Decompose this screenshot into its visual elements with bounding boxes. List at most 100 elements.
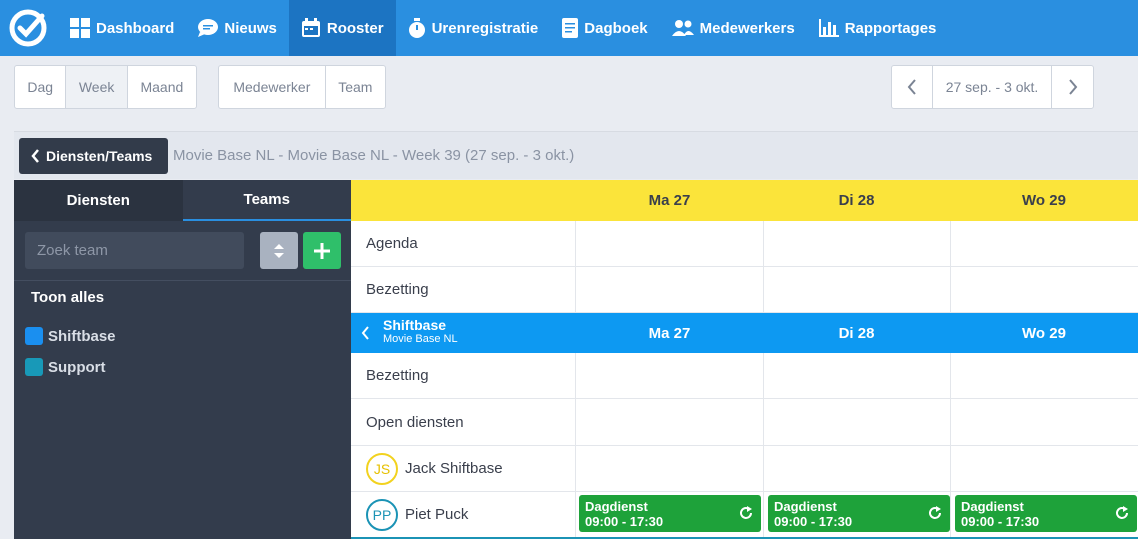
employee-row-piet: PP Piet Puck Dagdienst 09:00 - 17:30 Dag… <box>351 492 1138 539</box>
team-color-swatch <box>25 358 43 376</box>
shift-block-wed[interactable]: Dagdienst 09:00 - 17:30 <box>955 495 1137 532</box>
schedule-row-open-diensten: Open diensten <box>351 399 1138 446</box>
nav-nieuws-label: Nieuws <box>224 19 277 37</box>
chevron-left-icon <box>907 79 916 95</box>
shift-time: 09:00 - 17:30 <box>774 514 853 529</box>
plus-icon <box>314 242 330 259</box>
add-team-button[interactable] <box>303 232 341 269</box>
shift-time: 09:00 - 17:30 <box>961 514 1040 529</box>
chat-icon <box>198 19 219 37</box>
employee-label[interactable]: JS Jack Shiftbase <box>366 446 503 491</box>
view-switcher: Medewerker Team <box>218 65 386 109</box>
row-label: Open diensten <box>366 413 464 431</box>
employee-label[interactable]: PP Piet Puck <box>366 492 468 537</box>
sort-button[interactable] <box>260 232 298 269</box>
next-week-button[interactable] <box>1052 66 1093 108</box>
users-icon <box>671 20 694 36</box>
date-range-label[interactable]: 27 sep. - 3 okt. <box>933 66 1053 108</box>
top-navigation: Dashboard Nieuws Rooster Urenregistratie… <box>0 0 1138 56</box>
row-label: Bezetting <box>366 281 429 298</box>
logo-check-icon <box>9 9 47 47</box>
tab-teams[interactable]: Teams <box>182 180 351 221</box>
nav-urenregistratie[interactable]: Urenregistratie <box>396 0 551 56</box>
page-header: Diensten/Teams Movie Base NL - Movie Bas… <box>14 131 1138 179</box>
schedule-row-team-bezetting: Bezetting <box>351 353 1138 399</box>
repeat-icon[interactable] <box>739 506 753 520</box>
day-header-tue: Di 28 <box>838 192 875 209</box>
shift-block-mon[interactable]: Dagdienst 09:00 - 17:30 <box>579 495 761 532</box>
chevron-left-icon <box>31 148 39 163</box>
avatar: PP <box>366 498 398 531</box>
document-icon <box>562 18 579 38</box>
toolbar: Dag Week Maand Medewerker Team 27 sep. -… <box>0 56 1138 118</box>
back-button-label: Diensten/Teams <box>46 147 153 164</box>
day-header-row: Ma 27 Di 28 Wo 29 <box>351 180 1138 221</box>
view-medewerker-button[interactable]: Medewerker <box>219 66 326 108</box>
shiftbase-logo[interactable] <box>0 0 56 56</box>
team-item-label: Support <box>48 358 106 376</box>
period-switcher: Dag Week Maand <box>14 65 197 109</box>
schedule-grid: Ma 27 Di 28 Wo 29 Agenda Bezetting Shift… <box>351 180 1138 539</box>
nav-rooster-label: Rooster <box>326 19 384 37</box>
shift-name: Dagdienst <box>774 499 837 514</box>
shift-name: Dagdienst <box>585 499 648 514</box>
employee-row-jack: JS Jack Shiftbase <box>351 446 1138 492</box>
nav-dashboard[interactable]: Dashboard <box>56 0 186 56</box>
team-day-wed: Wo 29 <box>1022 324 1066 342</box>
schedule-row-agenda: Agenda <box>351 221 1138 267</box>
sort-icon <box>274 243 284 258</box>
shift-name: Dagdienst <box>961 499 1024 514</box>
repeat-icon[interactable] <box>1115 506 1129 520</box>
shift-time: 09:00 - 17:30 <box>585 514 664 529</box>
period-dag-button[interactable]: Dag <box>15 66 67 108</box>
team-item-support[interactable]: Support <box>25 358 106 376</box>
sidebar-tabs: Diensten Teams <box>14 180 351 221</box>
nav-dagboek[interactable]: Dagboek <box>550 0 659 56</box>
bar-chart-icon <box>818 19 839 37</box>
shift-block-tue[interactable]: Dagdienst 09:00 - 17:30 <box>768 495 950 532</box>
dashboard-icon <box>70 18 90 38</box>
view-team-button[interactable]: Team <box>326 66 385 108</box>
period-maand-button[interactable]: Maand <box>128 66 196 108</box>
team-item-shiftbase[interactable]: Shiftbase <box>25 327 116 345</box>
row-label: Agenda <box>366 235 418 252</box>
team-day-mon: Ma 27 <box>648 324 691 342</box>
search-row: Zoek team <box>25 232 341 269</box>
tab-diensten[interactable]: Diensten <box>14 180 183 221</box>
sidebar-divider <box>14 280 351 281</box>
period-week-button[interactable]: Week <box>66 66 128 108</box>
stopwatch-icon <box>408 18 425 38</box>
nav-medewerkers-label: Medewerkers <box>699 19 795 37</box>
chevron-right-icon <box>1068 79 1078 95</box>
schedule-row-bezetting: Bezetting <box>351 267 1138 313</box>
avatar: JS <box>366 452 398 485</box>
calendar-icon <box>301 18 320 37</box>
employee-name: Jack Shiftbase <box>405 460 503 477</box>
day-header-wed: Wo 29 <box>1022 192 1066 209</box>
employee-name: Piet Puck <box>405 506 469 523</box>
sidebar: Diensten Teams Zoek team Toon alles Shif… <box>14 180 351 539</box>
team-search-input[interactable]: Zoek team <box>25 232 244 269</box>
row-label: Bezetting <box>366 367 429 384</box>
show-all-link[interactable]: Toon alles <box>31 289 104 306</box>
repeat-icon[interactable] <box>928 506 942 520</box>
nav-rapportages-label: Rapportages <box>844 19 937 37</box>
team-item-label: Shiftbase <box>48 327 116 345</box>
nav-nieuws[interactable]: Nieuws <box>186 0 289 56</box>
day-header-mon: Ma 27 <box>648 192 691 209</box>
prev-week-button[interactable] <box>892 66 933 108</box>
nav-urenregistratie-label: Urenregistratie <box>431 19 539 37</box>
team-day-tue: Di 28 <box>838 324 875 342</box>
nav-dagboek-label: Dagboek <box>584 19 648 37</box>
team-header-bar[interactable]: Shiftbase Movie Base NL Ma 27 Di 28 Wo 2… <box>351 313 1138 353</box>
nav-rooster[interactable]: Rooster <box>288 0 396 56</box>
date-navigator: 27 sep. - 3 okt. <box>891 65 1094 109</box>
team-name: Shiftbase <box>383 317 447 333</box>
nav-dashboard-label: Dashboard <box>96 19 175 37</box>
team-subtitle: Movie Base NL <box>383 333 458 345</box>
nav-medewerkers[interactable]: Medewerkers <box>660 0 807 56</box>
back-to-teams-button[interactable]: Diensten/Teams <box>19 137 168 174</box>
page-title: Movie Base NL - Movie Base NL - Week 39 … <box>173 147 575 164</box>
nav-rapportages[interactable]: Rapportages <box>807 0 949 56</box>
chevron-left-icon[interactable] <box>361 326 370 340</box>
